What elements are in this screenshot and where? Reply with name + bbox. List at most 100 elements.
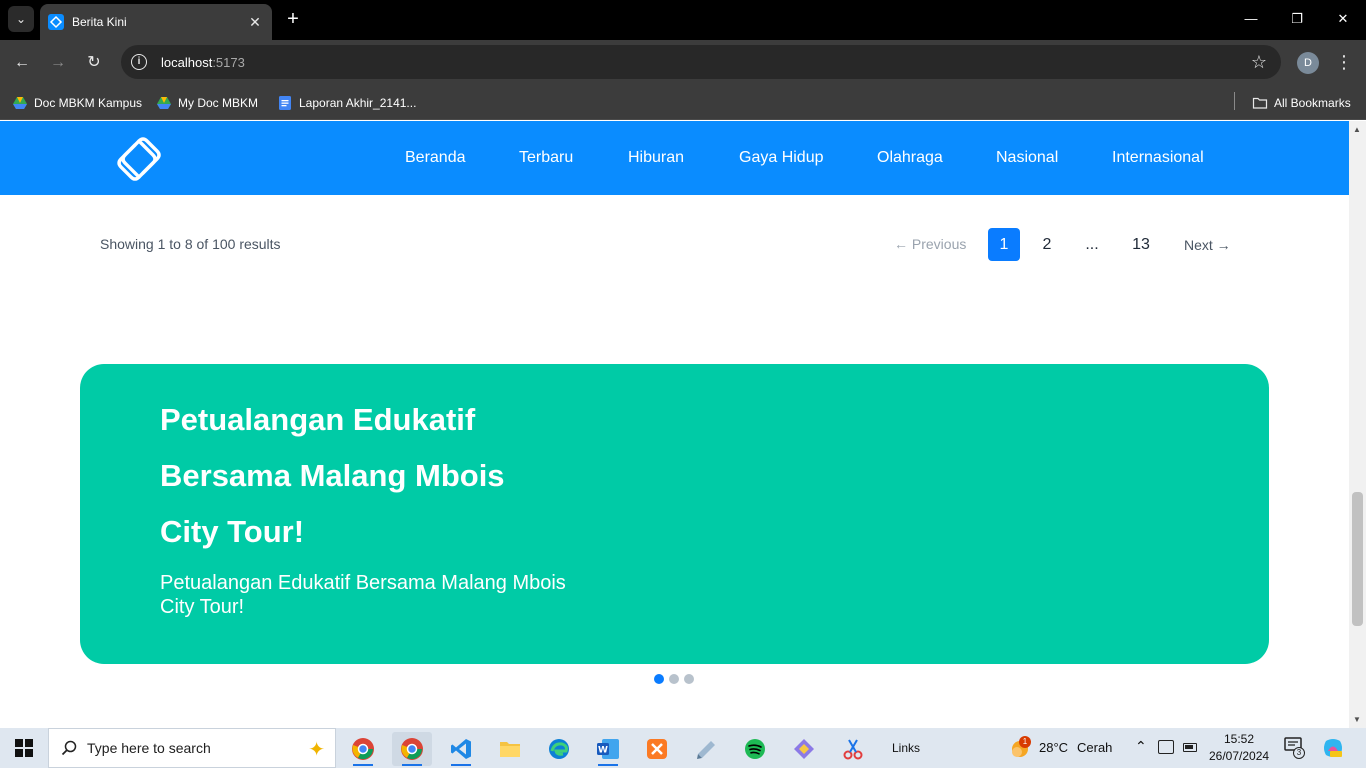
copilot-icon[interactable] xyxy=(1322,737,1344,759)
nav-hiburan[interactable]: Hiburan xyxy=(628,149,684,167)
taskbar-snipping-tool-icon[interactable] xyxy=(833,732,873,766)
taskbar-chrome-icon[interactable] xyxy=(343,732,383,766)
all-bookmarks-label: All Bookmarks xyxy=(1274,96,1351,110)
all-bookmarks-button[interactable]: All Bookmarks xyxy=(1252,93,1351,113)
nav-terbaru[interactable]: Terbaru xyxy=(519,149,573,167)
bookmark-label: Doc MBKM Kampus xyxy=(34,96,143,110)
clock-time[interactable]: 15:52 xyxy=(1224,732,1254,746)
bookmark-star-icon[interactable]: ☆ xyxy=(1251,52,1267,72)
bookmark-item[interactable]: Laporan Akhir_2141... xyxy=(277,93,416,113)
tab-close-icon[interactable]: ✕ xyxy=(246,14,264,31)
taskbar-notes-icon[interactable] xyxy=(686,732,726,766)
vscode-icon xyxy=(451,739,471,759)
minimize-icon[interactable]: — xyxy=(1240,8,1262,30)
show-hidden-icons-chevron-icon[interactable]: ⌃ xyxy=(1135,738,1147,755)
taskbar-vscode-icon[interactable] xyxy=(441,732,481,766)
nav-gaya-hidup[interactable]: Gaya Hidup xyxy=(739,149,824,167)
weather-icon[interactable]: 1 xyxy=(1008,736,1032,760)
new-tab-button[interactable]: + xyxy=(282,8,304,30)
google-drive-icon xyxy=(13,97,27,109)
url-host: localhost xyxy=(161,54,213,70)
start-button[interactable] xyxy=(0,728,48,768)
restore-icon[interactable]: ❐ xyxy=(1286,8,1308,30)
address-url: localhost:5173 xyxy=(161,55,245,70)
bookmark-item[interactable]: Doc MBKM Kampus xyxy=(12,93,142,113)
network-icon[interactable] xyxy=(1158,740,1174,754)
forward-arrow-icon[interactable]: → xyxy=(46,51,70,75)
back-arrow-icon[interactable]: ← xyxy=(10,51,34,75)
banner-title-line: Bersama Malang Mbois xyxy=(160,458,505,493)
browser-tab[interactable]: Berita Kini ✕ xyxy=(40,4,272,40)
taskbar-edge-icon[interactable] xyxy=(539,732,579,766)
carousel-dot[interactable] xyxy=(669,674,679,684)
notification-center-icon[interactable]: 3 xyxy=(1284,737,1305,759)
app-running-indicator xyxy=(353,764,373,766)
svg-text:W: W xyxy=(598,746,608,756)
next-page-button[interactable]: Next → xyxy=(1184,237,1231,253)
bookmarks-divider xyxy=(1234,92,1235,110)
spotify-icon xyxy=(745,739,765,759)
folder-icon xyxy=(1252,97,1268,109)
chrome-icon xyxy=(352,738,374,760)
nav-nasional[interactable]: Nasional xyxy=(996,149,1058,167)
banner-title-line: Petualangan Edukatif xyxy=(160,402,476,437)
scroll-thumb[interactable] xyxy=(1352,492,1363,626)
address-bar[interactable]: i localhost:5173 ☆ xyxy=(121,45,1281,79)
bookmark-item[interactable]: My Doc MBKM xyxy=(156,93,258,113)
app-running-indicator xyxy=(451,764,471,766)
page-button-1[interactable]: 1 xyxy=(988,228,1020,261)
weather-condition: Cerah xyxy=(1077,740,1113,755)
nav-internasional[interactable]: Internasional xyxy=(1112,149,1204,167)
previous-page-button[interactable]: ← Previous xyxy=(894,236,966,252)
banner-subtitle: Petualangan Edukatif Bersama Malang Mboi… xyxy=(160,572,566,618)
profile-avatar[interactable]: D xyxy=(1297,52,1319,74)
nav-beranda[interactable]: Beranda xyxy=(405,149,466,167)
scroll-down-arrow-icon[interactable]: ▼ xyxy=(1353,715,1361,724)
taskbar-git-icon[interactable] xyxy=(784,732,824,766)
page-ellipsis: ... xyxy=(1085,236,1099,253)
browser-menu-icon[interactable]: ⋮ xyxy=(1334,50,1354,74)
site-info-icon[interactable]: i xyxy=(131,54,147,70)
site-logo[interactable] xyxy=(115,135,163,183)
banner-title-line: City Tour! xyxy=(160,514,305,549)
site-favicon-icon xyxy=(48,14,64,30)
google-drive-icon xyxy=(157,97,171,109)
bookmark-label: Laporan Akhir_2141... xyxy=(299,96,417,110)
reload-icon[interactable]: ↻ xyxy=(82,51,106,75)
taskbar-chrome-profile-icon[interactable] xyxy=(392,732,432,766)
page-button-2[interactable]: 2 xyxy=(1031,228,1063,261)
xampp-icon xyxy=(647,739,667,759)
carousel-dot[interactable] xyxy=(684,674,694,684)
folder-icon xyxy=(500,742,520,757)
clock-date[interactable]: 26/07/2024 xyxy=(1209,749,1269,763)
carousel-dot[interactable] xyxy=(654,674,664,684)
taskbar-search-box[interactable]: Type here to search ✦ xyxy=(48,728,336,768)
notes-app-icon xyxy=(697,741,715,759)
page-scrollbar[interactable]: ▲ ▼ xyxy=(1349,121,1366,728)
page-button-13[interactable]: 13 xyxy=(1125,228,1157,261)
browser-tab-bar: ⌄ Berita Kini ✕ + — ❐ ✕ xyxy=(0,0,1366,40)
links-toolbar-label[interactable]: Links xyxy=(892,741,920,755)
scroll-up-arrow-icon[interactable]: ▲ xyxy=(1353,125,1361,134)
windows-logo-icon xyxy=(15,739,33,757)
nav-olahraga[interactable]: Olahraga xyxy=(877,149,943,167)
site-header: Beranda Terbaru Hiburan Gaya Hidup Olahr… xyxy=(0,121,1349,195)
taskbar-spotify-icon[interactable] xyxy=(735,732,775,766)
chrome-icon xyxy=(401,738,423,760)
promo-banner[interactable]: Petualangan Edukatif Bersama Malang Mboi… xyxy=(80,364,1269,664)
tab-search-button[interactable]: ⌄ xyxy=(8,6,34,32)
google-docs-icon xyxy=(279,96,291,110)
snipping-tool-icon xyxy=(843,739,863,760)
window-close-icon[interactable]: ✕ xyxy=(1332,8,1354,30)
notification-count: 3 xyxy=(1293,747,1305,759)
tab-title: Berita Kini xyxy=(72,15,127,29)
weather-badge: 1 xyxy=(1019,736,1031,748)
battery-icon[interactable] xyxy=(1183,743,1197,752)
taskbar-word-icon[interactable]: W xyxy=(588,732,628,766)
search-icon xyxy=(61,740,77,756)
taskbar-xampp-icon[interactable] xyxy=(637,732,677,766)
banner-title: Petualangan Edukatif Bersama Malang Mboi… xyxy=(160,392,620,560)
taskbar-file-explorer-icon[interactable] xyxy=(490,732,530,766)
copilot-logo-icon xyxy=(1324,739,1342,757)
app-running-indicator xyxy=(402,764,422,766)
